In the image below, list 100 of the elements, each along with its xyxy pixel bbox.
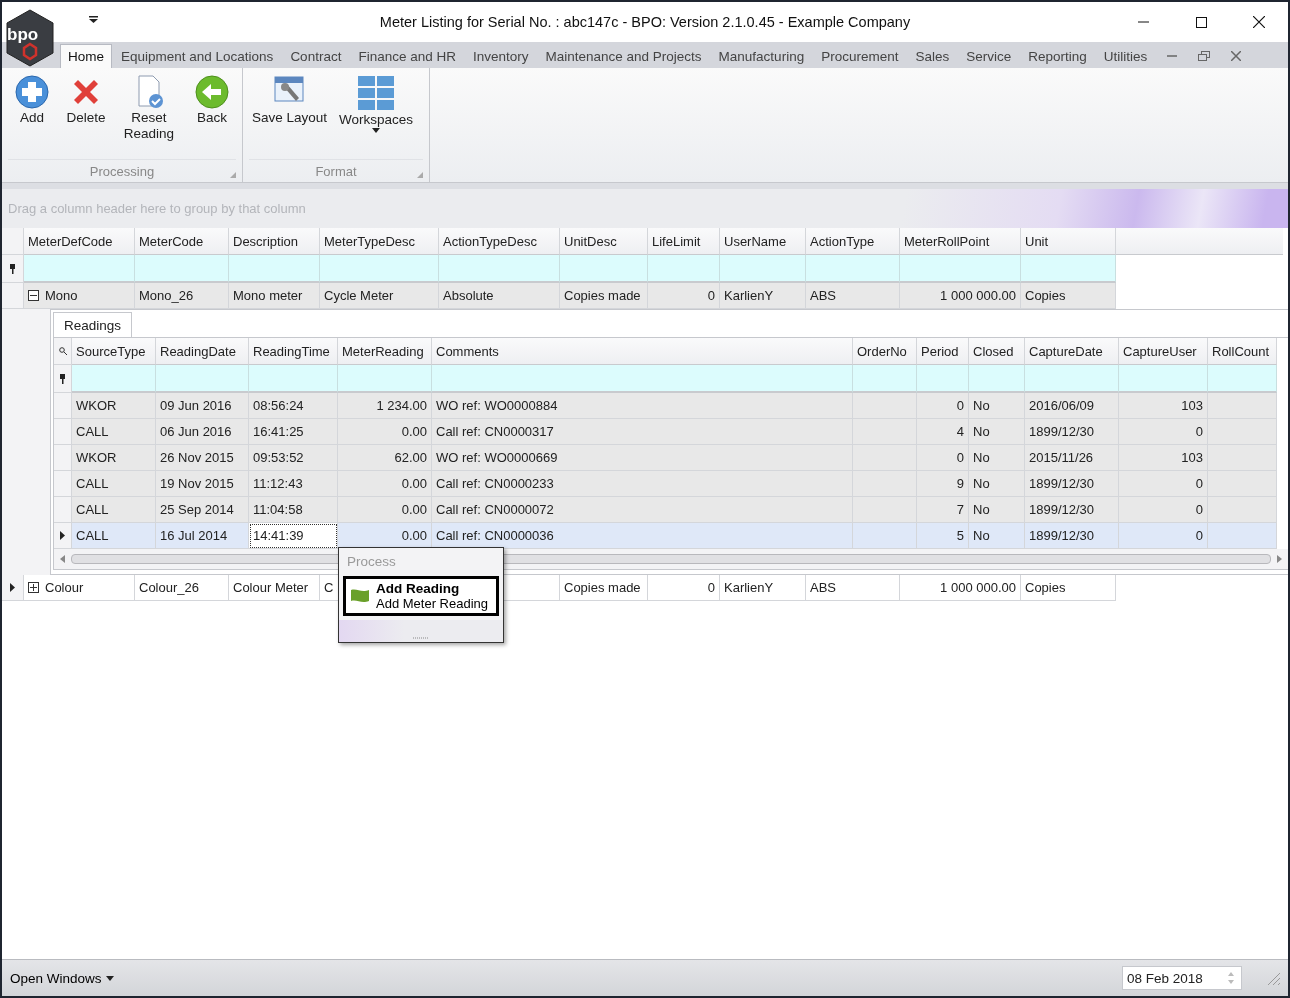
filter-cell[interactable] xyxy=(900,255,1021,283)
column-header[interactable]: Comments xyxy=(432,338,853,365)
filter-cell[interactable] xyxy=(156,365,249,393)
scroll-right-icon[interactable] xyxy=(1277,555,1282,563)
column-header[interactable]: MeterCode xyxy=(135,228,229,255)
spinner-icon[interactable] xyxy=(1227,970,1235,986)
open-windows-button[interactable]: Open Windows xyxy=(10,970,114,986)
table-cell: 1899/12/30 xyxy=(1025,471,1119,497)
column-header[interactable]: Period xyxy=(917,338,969,365)
filter-cell[interactable] xyxy=(1021,255,1116,283)
ribbon-button[interactable]: Back xyxy=(186,72,238,159)
ribbon-tab[interactable]: Home xyxy=(60,44,112,68)
filter-cell[interactable] xyxy=(24,255,135,283)
table-cell: 09 Jun 2016 xyxy=(156,393,249,419)
table-cell: CALL xyxy=(72,497,156,523)
column-header[interactable]: MeterReading xyxy=(338,338,432,365)
column-header[interactable]: SourceType xyxy=(72,338,156,365)
column-header[interactable]: Closed xyxy=(969,338,1025,365)
ribbon-tab[interactable]: Procurement xyxy=(813,44,907,68)
column-header[interactable]: ActionTypeDesc xyxy=(439,228,560,255)
column-header[interactable]: MeterRollPoint xyxy=(900,228,1021,255)
column-header[interactable]: UserName xyxy=(720,228,806,255)
table-cell: No xyxy=(969,419,1025,445)
menu-item[interactable]: Add Reading Add Meter Reading xyxy=(343,576,499,616)
collapse-icon[interactable] xyxy=(28,290,39,301)
scroll-left-icon[interactable] xyxy=(60,555,65,563)
filter-cell[interactable] xyxy=(135,255,229,283)
column-header[interactable]: Unit xyxy=(1021,228,1116,255)
table-cell xyxy=(1208,471,1277,497)
ribbon-tab[interactable]: Utilities xyxy=(1095,44,1156,68)
table-cell: 25 Sep 2014 xyxy=(156,497,249,523)
current-row-icon xyxy=(60,531,65,540)
table-cell: 0.00 xyxy=(338,523,432,549)
ribbon-button[interactable]: Workspaces xyxy=(334,72,419,159)
ribbon-button[interactable]: Reset Reading xyxy=(114,72,184,159)
filter-cell[interactable] xyxy=(917,365,969,393)
quick-access-caret-icon[interactable] xyxy=(89,16,98,23)
column-header[interactable]: CaptureUser xyxy=(1119,338,1208,365)
ribbon-tab[interactable]: Service xyxy=(958,44,1020,68)
table-cell: Call ref: CN0000072 xyxy=(432,497,853,523)
table-cell: CALL xyxy=(72,419,156,445)
column-header[interactable]: LifeLimit xyxy=(648,228,720,255)
ribbon-tab[interactable]: Inventory xyxy=(464,44,537,68)
table-cell: 0 xyxy=(1119,419,1208,445)
filter-cell[interactable] xyxy=(1025,365,1119,393)
table-cell: No xyxy=(969,497,1025,523)
column-header[interactable]: MeterTypeDesc xyxy=(320,228,439,255)
date-field[interactable]: 08 Feb 2018 xyxy=(1122,966,1242,990)
column-header[interactable]: CaptureDate xyxy=(1025,338,1119,365)
ribbon-button[interactable]: Add xyxy=(6,72,58,159)
table-cell: Call ref: CN0000317 xyxy=(432,419,853,445)
filter-cell[interactable] xyxy=(249,365,338,393)
filter-cell[interactable] xyxy=(806,255,900,283)
table-cell xyxy=(853,393,917,419)
dialog-launcher-icon[interactable] xyxy=(230,172,236,178)
column-header[interactable]: ReadingTime xyxy=(249,338,338,365)
filter-cell[interactable] xyxy=(229,255,320,283)
detail-tab[interactable]: Readings xyxy=(53,312,133,337)
table-cell: 08:56:24 xyxy=(249,393,338,419)
ribbon-tab[interactable]: Manufacturing xyxy=(710,44,813,68)
dialog-launcher-icon[interactable] xyxy=(417,172,423,178)
column-header[interactable]: ReadingDate xyxy=(156,338,249,365)
close-icon xyxy=(1231,51,1242,61)
column-header[interactable]: RollCount xyxy=(1208,338,1277,365)
ribbon-tab[interactable]: Contract xyxy=(282,44,350,68)
resize-grip-icon[interactable] xyxy=(1266,971,1280,985)
table-cell: 11:12:43 xyxy=(249,471,338,497)
pin-icon xyxy=(9,263,16,274)
filter-cell[interactable] xyxy=(969,365,1025,393)
expand-icon[interactable] xyxy=(28,582,39,593)
filter-cell[interactable] xyxy=(1119,365,1208,393)
column-header[interactable]: OrderNo xyxy=(853,338,917,365)
column-header[interactable]: ActionType xyxy=(806,228,900,255)
filter-cell[interactable] xyxy=(72,365,156,393)
table-cell: Absolute xyxy=(439,283,560,309)
table-cell xyxy=(853,497,917,523)
column-header[interactable]: Description xyxy=(229,228,320,255)
filter-cell[interactable] xyxy=(853,365,917,393)
ribbon-tab[interactable]: Maintenance and Projects xyxy=(537,44,710,68)
ribbon-tab[interactable]: Equipment and Locations xyxy=(113,44,282,68)
ribbon-tab[interactable]: Finance and HR xyxy=(350,44,464,68)
ribbon-tab[interactable]: Reporting xyxy=(1020,44,1095,68)
column-header[interactable]: MeterDefCode xyxy=(24,228,135,255)
column-header[interactable]: UnitDesc xyxy=(560,228,648,255)
filter-cell[interactable] xyxy=(320,255,439,283)
ribbon-button[interactable]: Save Layout xyxy=(247,72,333,159)
filter-cell[interactable] xyxy=(720,255,806,283)
ribbon-button[interactable]: Delete xyxy=(60,72,112,159)
filter-cell[interactable] xyxy=(560,255,648,283)
filter-cell[interactable] xyxy=(338,365,432,393)
filter-cell[interactable] xyxy=(1208,365,1277,393)
ribbon-tab[interactable]: Sales xyxy=(907,44,958,68)
filter-cell[interactable] xyxy=(439,255,560,283)
maximize-icon xyxy=(1195,16,1207,28)
table-cell: 62.00 xyxy=(338,445,432,471)
table-cell: Cycle Meter xyxy=(320,283,439,309)
table-cell xyxy=(1208,497,1277,523)
filter-cell[interactable] xyxy=(648,255,720,283)
filter-cell[interactable] xyxy=(432,365,853,393)
search-icon[interactable] xyxy=(58,347,67,355)
